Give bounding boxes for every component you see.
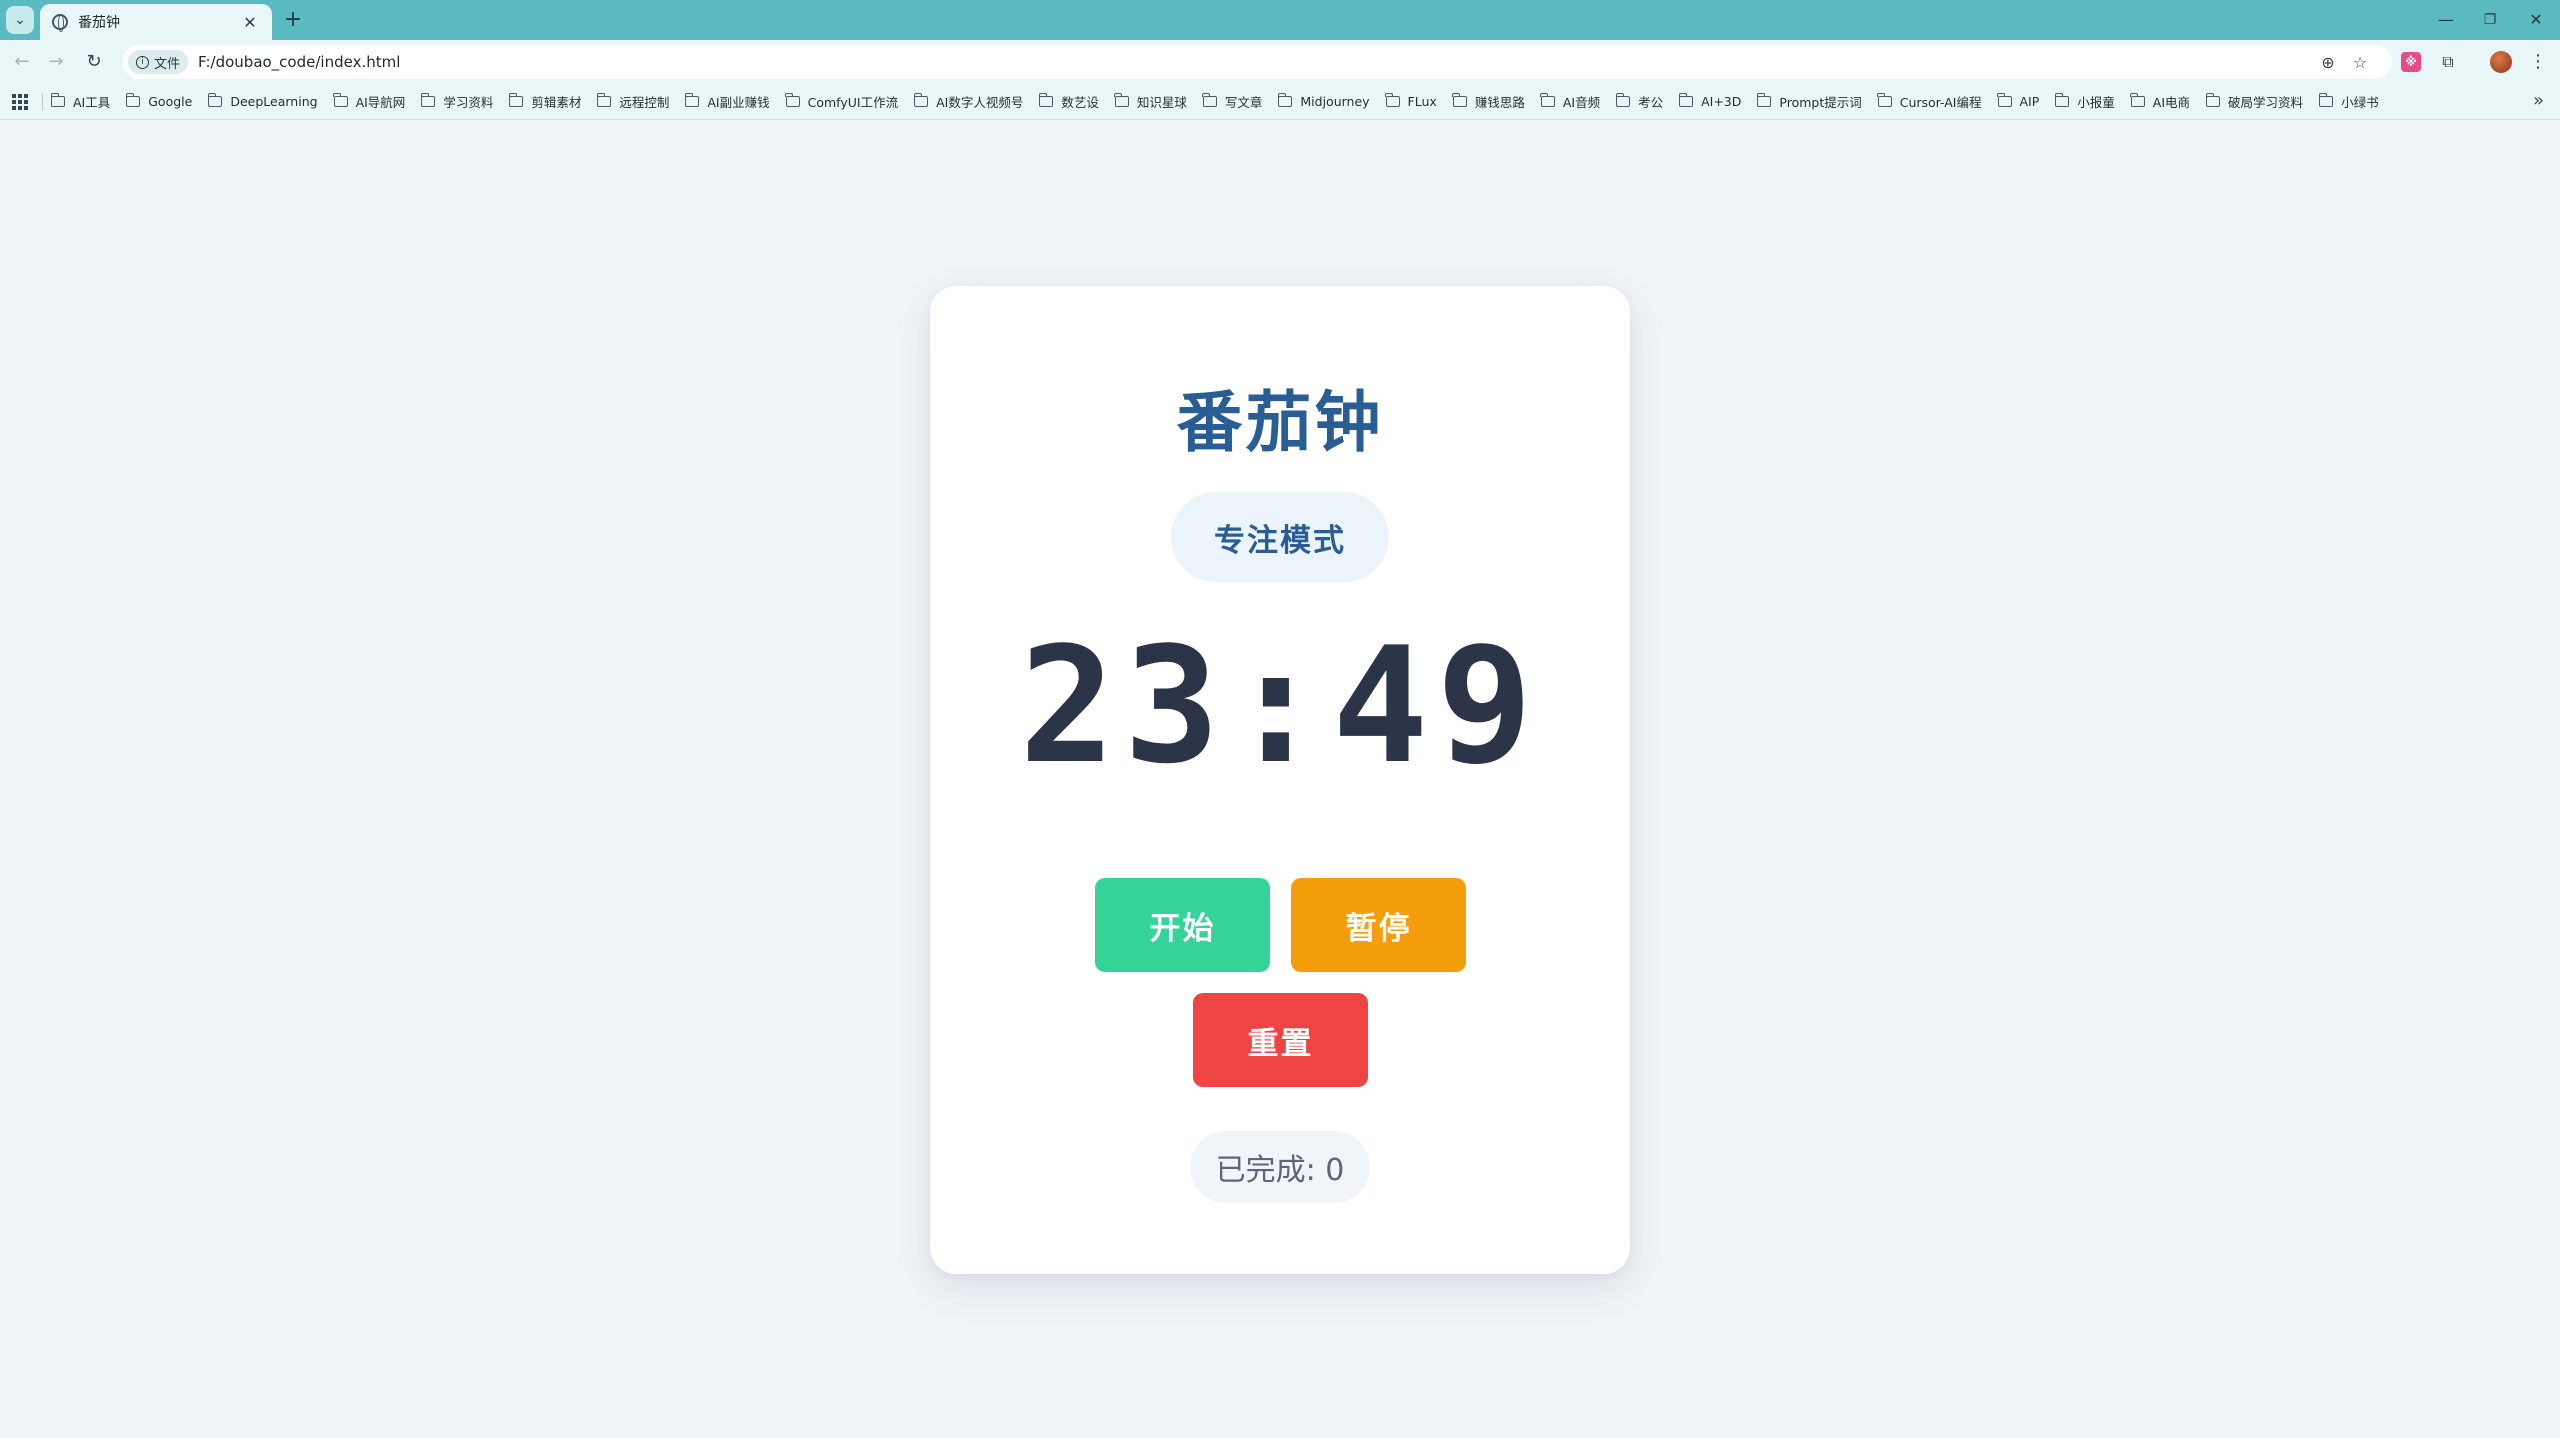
bookmark-folder[interactable]: Google	[125, 93, 192, 109]
folder-icon	[1756, 93, 1772, 107]
bookmark-folder[interactable]: FLux	[1385, 93, 1437, 109]
page-title: 番茄钟	[1176, 384, 1384, 461]
pause-button[interactable]: 暂停	[1291, 878, 1466, 972]
bookmarks-divider	[42, 92, 43, 111]
reload-icon[interactable]: ↻	[80, 48, 108, 76]
folder-icon	[1877, 93, 1892, 107]
site-info-label: 文件	[154, 56, 181, 72]
zoom-icon[interactable]: ⊕	[2318, 53, 2338, 73]
folder-icon	[125, 93, 141, 107]
bookmark-folder[interactable]: 数艺设	[1038, 92, 1099, 111]
bookmark-folder[interactable]: 赚钱思路	[1452, 92, 1525, 111]
timer-display: 23:49	[1019, 612, 1541, 799]
bookmark-folder[interactable]: 小绿书	[2318, 92, 2379, 111]
bookmark-folder[interactable]: AI导航网	[333, 92, 405, 111]
bookmark-folder[interactable]: 写文章	[1202, 92, 1262, 111]
site-info-chip[interactable]: i 文件	[128, 50, 189, 74]
more-bookmarks-chevron-icon[interactable]: »	[2533, 90, 2544, 111]
page-body: 番茄钟 专注模式 23:49 开始 暂停 重置 已完成: 0	[0, 121, 2560, 1438]
folder-icon	[1997, 93, 2012, 107]
new-tab-button[interactable]: +	[280, 7, 306, 33]
restore-button[interactable]: ❐	[2468, 6, 2512, 34]
completed-count-badge: 已完成: 0	[1190, 1131, 1370, 1203]
bookmark-folder[interactable]: AI副业赚钱	[684, 92, 770, 111]
bookmark-folder[interactable]: Cursor-AI编程	[1877, 92, 1982, 111]
profile-avatar[interactable]	[2490, 51, 2512, 73]
minimize-button[interactable]: —	[2424, 6, 2468, 34]
apps-grid-icon[interactable]	[12, 93, 28, 110]
folder-icon	[1038, 93, 1054, 107]
extension-icon[interactable]: ※	[2401, 52, 2421, 72]
bookmark-folder[interactable]: DeepLearning	[207, 93, 318, 109]
globe-icon	[52, 14, 68, 32]
forward-arrow-icon[interactable]: →	[42, 48, 70, 76]
folder-icon	[1277, 93, 1293, 107]
folder-icon	[1615, 93, 1631, 107]
folder-icon	[684, 93, 700, 107]
tab-close-icon[interactable]: ✕	[240, 13, 260, 32]
bookmark-folder[interactable]: 剪辑素材	[508, 92, 581, 111]
bookmark-folder[interactable]: 学习资料	[420, 92, 493, 111]
bookmark-folder[interactable]: AI音频	[1540, 92, 1600, 111]
bookmark-folder[interactable]: 考公	[1615, 92, 1663, 111]
bookmark-folder[interactable]: 破局学习资料	[2205, 92, 2303, 111]
bookmark-folder[interactable]: AI工具	[50, 92, 110, 111]
bookmark-folder[interactable]: Midjourney	[1277, 93, 1370, 109]
bookmark-folder[interactable]: ComfyUI工作流	[785, 92, 898, 111]
bookmark-folder[interactable]: AIP	[1997, 93, 2039, 109]
close-window-button[interactable]: ✕	[2514, 6, 2558, 34]
browser-tab[interactable]: 番茄钟 ✕	[40, 4, 272, 40]
back-arrow-icon[interactable]: ←	[8, 48, 36, 76]
folder-icon	[1452, 93, 1467, 107]
menu-dots-icon[interactable]: ⋮	[2528, 52, 2548, 72]
folder-icon	[50, 93, 65, 107]
folder-icon	[1114, 93, 1129, 107]
bookmark-star-icon[interactable]: ☆	[2350, 53, 2370, 73]
folder-icon	[2130, 93, 2145, 107]
tab-search-chevron-icon[interactable]: ⌄	[6, 6, 34, 34]
folder-icon	[420, 93, 436, 107]
bookmark-folder[interactable]: AI数字人视频号	[913, 92, 1023, 111]
folder-icon	[1678, 93, 1694, 107]
folder-icon	[2054, 93, 2070, 107]
folder-icon	[2205, 93, 2221, 107]
browser-toolbar: ← → ↻ i 文件 F:/doubao_code/index.html ⊕ ☆…	[0, 40, 2560, 84]
reset-button[interactable]: 重置	[1193, 993, 1368, 1087]
start-button[interactable]: 开始	[1095, 878, 1270, 972]
bookmark-folder[interactable]: AI+3D	[1678, 93, 1741, 109]
folder-icon	[207, 93, 223, 107]
bookmark-folder[interactable]: AI电商	[2130, 92, 2190, 111]
extensions-puzzle-icon[interactable]: ⧉	[2438, 52, 2458, 72]
folder-icon	[913, 93, 929, 107]
bookmarks-bar: AI工具 Google DeepLearning AI导航网 学习资料 剪辑素材…	[0, 84, 2560, 120]
folder-icon	[1385, 93, 1400, 107]
bookmark-folder[interactable]: 知识星球	[1114, 92, 1187, 111]
folder-icon	[2318, 93, 2334, 107]
folder-icon	[508, 93, 524, 107]
mode-badge: 专注模式	[1171, 492, 1389, 582]
url-text[interactable]: F:/doubao_code/index.html	[198, 53, 400, 71]
folder-icon	[785, 93, 800, 107]
folder-icon	[596, 93, 612, 107]
folder-icon	[333, 93, 348, 107]
bookmark-folder[interactable]: 小报童	[2054, 92, 2115, 111]
tab-bar: ⌄ 番茄钟 ✕ + — ❐ ✕	[0, 0, 2560, 40]
info-icon: i	[136, 55, 149, 69]
address-bar[interactable]: i 文件 F:/doubao_code/index.html ⊕ ☆	[122, 45, 2392, 79]
pomodoro-card: 番茄钟 专注模式 23:49 开始 暂停 重置 已完成: 0	[930, 286, 1630, 1274]
bookmark-folder[interactable]: Prompt提示词	[1756, 92, 1862, 111]
tab-title: 番茄钟	[78, 15, 120, 31]
bookmark-folder[interactable]: 远程控制	[596, 92, 669, 111]
folder-icon	[1540, 93, 1555, 107]
folder-icon	[1202, 93, 1217, 107]
